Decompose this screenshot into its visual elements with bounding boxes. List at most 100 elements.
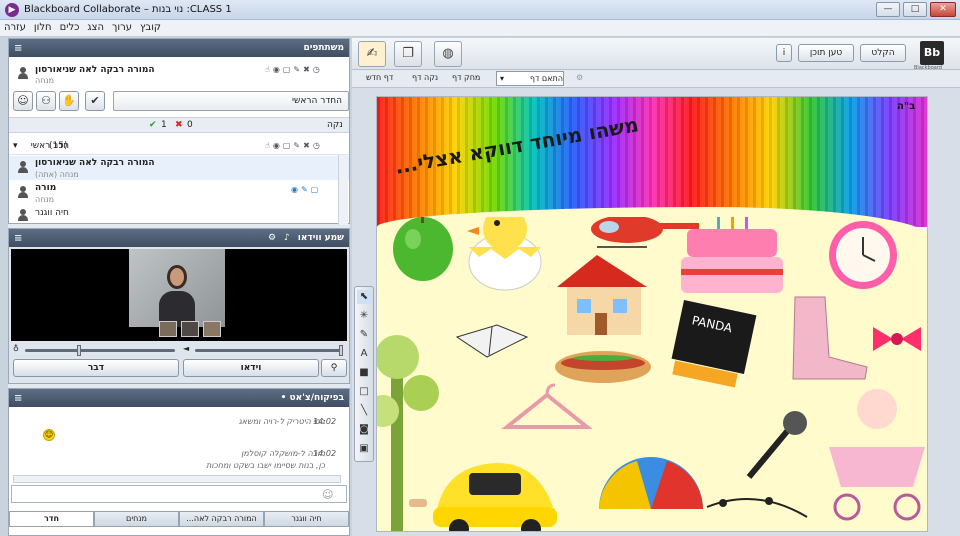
web-tour-icon[interactable]: ◍	[434, 41, 462, 67]
away-icon[interactable]: ⚇	[36, 91, 56, 111]
pencil-icon: ✎	[293, 65, 301, 74]
close-button[interactable]: ✕	[930, 2, 956, 17]
no-icon[interactable]: ✖	[175, 120, 183, 130]
video-thumbnail[interactable]	[203, 321, 221, 337]
delete-page-button[interactable]: מחק דף	[452, 73, 480, 82]
hand-icon: ☝	[265, 141, 270, 150]
checkmark-icon[interactable]: ✔	[85, 91, 105, 111]
tab-chaya[interactable]: חיה ווגנר	[264, 511, 349, 527]
whiteboard-canvas[interactable]: ב"ה משהו מיוחד דווקא אצלי... PANDA	[376, 96, 928, 532]
clipart-tool-icon[interactable]: ▣	[357, 442, 371, 456]
load-content-button[interactable]: טען תוכן	[798, 44, 854, 62]
line-tool-icon[interactable]: ╲	[357, 404, 371, 418]
emoticon-icon[interactable]: ☺	[13, 91, 33, 111]
open-book-icon	[455, 324, 529, 358]
apple-icon	[393, 217, 453, 281]
main-room-header: ☝ ◉ ▢ ✎ ✖ ◷ ▾ (15) חדר ראשי	[9, 139, 349, 155]
whiteboard-toolbar: ✍ ❐ ◍ i טען תוכן הקלט Bb Blackboard	[352, 38, 960, 71]
talk-button[interactable]: דבר	[13, 359, 179, 377]
bow-icon	[873, 327, 921, 351]
list-item[interactable]: חיה ווגנר	[9, 206, 349, 222]
moderator-row[interactable]: ☝ ◉ ▢ ✎ ✖ ◷ המורה רבקה לאה שניאורסון מנחה	[9, 63, 349, 85]
participant-name: המורה רבקה לאה שניאורסון	[35, 158, 155, 168]
minimize-button[interactable]: —	[876, 2, 900, 17]
microphone-icon: ♁	[13, 344, 19, 353]
application-sharing-icon[interactable]: ❐	[394, 41, 422, 67]
music-notes-icon	[706, 497, 808, 518]
select-tool-icon[interactable]: ⬉	[357, 290, 371, 304]
mic-off-icon: ✖	[303, 65, 310, 74]
panel-menu-icon[interactable]: ≡	[14, 43, 22, 54]
speaker-volume-slider[interactable]	[195, 349, 343, 352]
chevron-down-icon: ▾	[500, 74, 505, 83]
yes-icon[interactable]: ✔	[149, 120, 157, 130]
pencil-tool-icon[interactable]: ✎	[357, 328, 371, 342]
helicopter-icon	[591, 217, 699, 248]
clear-page-button[interactable]: נקה דף	[412, 73, 438, 82]
video-thumbnail[interactable]	[181, 321, 199, 337]
smiley-icon: ☺	[43, 429, 55, 441]
chat-icon: ▢	[310, 185, 319, 194]
page-options-icon[interactable]: ⚙	[576, 73, 583, 82]
participant-name: מורה	[35, 183, 57, 193]
page-controls-bar: דף חדש נקה דף מחק דף ▾ התאם דף ⚙	[352, 70, 960, 88]
chat-input[interactable]: ☺	[11, 485, 347, 503]
maximize-button[interactable]: □	[903, 2, 927, 17]
video-display	[11, 249, 347, 341]
menu-view[interactable]: הצג	[87, 22, 104, 33]
menu-file[interactable]: קובץ	[140, 22, 161, 33]
video-settings-icon[interactable]: ⚙	[268, 233, 276, 243]
audio-video-title: שמע ווידאו	[297, 233, 344, 243]
mic-volume-knob[interactable]	[77, 345, 81, 356]
webcam-icon: ◉	[272, 65, 280, 74]
menu-bar: קובץ ערוך הצג כלים חלון עזרה	[0, 20, 960, 37]
panel-menu-icon[interactable]: ≡	[14, 393, 22, 404]
clear-vote-button[interactable]: נקה	[327, 120, 343, 130]
chat-icon: ▢	[282, 65, 291, 74]
emoticon-picker-icon[interactable]: ☺	[322, 488, 333, 501]
laser-pointer-icon[interactable]: ✳	[357, 309, 371, 323]
tab-teacher[interactable]: המורה רבקה לאה...	[179, 511, 264, 527]
mic-volume-slider[interactable]	[25, 349, 175, 352]
raise-hand-icon[interactable]: ✋	[59, 91, 79, 111]
whiteboard-mode-icon[interactable]: ✍	[358, 41, 386, 67]
fit-page-select[interactable]: ▾ התאם דף	[496, 71, 564, 86]
clock-icon	[829, 221, 897, 289]
hand-icon: ☝	[265, 65, 270, 74]
panel-menu-icon[interactable]: ≡	[14, 233, 22, 244]
list-item[interactable]: ◉ ✎ ▢ מורה מנחה	[9, 181, 349, 205]
participant-status-icons: ◉ ✎ ▢	[291, 185, 318, 194]
chat-scrollbar[interactable]	[13, 475, 341, 483]
tab-moderators[interactable]: מנחים	[94, 511, 179, 527]
menu-help[interactable]: עזרה	[4, 22, 26, 33]
filled-rect-icon[interactable]: ■	[357, 366, 371, 380]
list-item[interactable]: המורה רבקה לאה שניאורסון מנחה (אתה)	[9, 156, 349, 180]
pencil-icon: ✎	[300, 185, 308, 194]
video-button[interactable]: וידאו	[183, 359, 319, 377]
rectangle-tool-icon[interactable]: □	[357, 385, 371, 399]
participant-toolbar: ☺ ⚇ ✋ ✔ החדר הראשי	[9, 91, 349, 113]
drawing-tools: ⬉ ✳ ✎ A ■ □ ╲ ◙ ▣	[354, 286, 374, 462]
menu-edit[interactable]: ערוך	[112, 22, 132, 33]
screenshot-tool-icon[interactable]: ◙	[357, 423, 371, 437]
participants-scrollbar[interactable]	[338, 155, 348, 225]
section-title: חדר ראשי	[30, 141, 69, 151]
video-thumbnail[interactable]	[159, 321, 177, 337]
speaker-icon: ◄	[183, 344, 190, 353]
menu-window[interactable]: חלון	[34, 22, 52, 33]
speaker-volume-knob[interactable]	[339, 345, 343, 356]
message-text: כן, בנות שסיימו ישבו בשקט ומחכות	[206, 461, 325, 470]
webcam-icon: ◉	[272, 141, 280, 150]
audio-settings-icon[interactable]: ♪	[284, 233, 290, 243]
audio-video-header: ≡ ⚙ ♪ שמע ווידאו	[9, 229, 349, 247]
chat-tabs: חדר מנחים המורה רבקה לאה... חיה ווגנר	[9, 511, 349, 527]
new-page-button[interactable]: דף חדש	[366, 73, 393, 82]
room-select[interactable]: החדר הראשי	[113, 91, 349, 111]
magnifier-icon[interactable]: ⚲	[321, 359, 347, 377]
tab-room[interactable]: חדר	[9, 511, 94, 527]
menu-tools[interactable]: כלים	[60, 22, 80, 33]
text-tool-icon[interactable]: A	[357, 347, 371, 361]
page-header-text: ב"ה	[897, 101, 916, 112]
record-button[interactable]: הקלט	[860, 44, 906, 62]
info-button[interactable]: i	[776, 44, 792, 62]
